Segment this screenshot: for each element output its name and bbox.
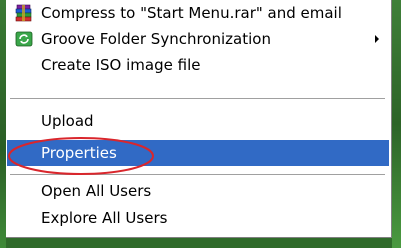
menu-item-label: Compress to "Start Menu.rar" and email bbox=[41, 4, 342, 22]
menu-item-properties[interactable]: Properties bbox=[7, 140, 389, 166]
menu-item-label: Groove Folder Synchronization bbox=[41, 30, 271, 48]
menu-item-label: Open All Users bbox=[41, 182, 152, 200]
submenu-arrow-icon bbox=[375, 35, 379, 43]
menu-separator bbox=[10, 98, 385, 99]
menu-separator bbox=[10, 174, 385, 175]
menu-item-upload[interactable]: Upload bbox=[7, 108, 389, 134]
menu-item-create-iso[interactable]: Create ISO image file bbox=[7, 52, 389, 78]
menu-item-groove-folder-sync[interactable]: Groove Folder Synchronization bbox=[7, 26, 389, 52]
menu-item-open-all-users[interactable]: Open All Users bbox=[7, 178, 389, 204]
menu-item-label: Create ISO image file bbox=[41, 56, 201, 74]
context-menu: Compress to "Start Menu.rar" and email G… bbox=[6, 0, 392, 238]
groove-sync-icon bbox=[15, 31, 33, 47]
menu-item-compress-and-email[interactable]: Compress to "Start Menu.rar" and email bbox=[7, 0, 389, 26]
menu-item-label: Upload bbox=[41, 112, 94, 130]
winrar-books-icon bbox=[15, 4, 32, 22]
menu-item-label: Properties bbox=[41, 144, 117, 162]
desktop-background-right bbox=[392, 0, 401, 248]
menu-item-label: Explore All Users bbox=[41, 209, 168, 227]
menu-item-explore-all-users[interactable]: Explore All Users bbox=[7, 205, 389, 231]
